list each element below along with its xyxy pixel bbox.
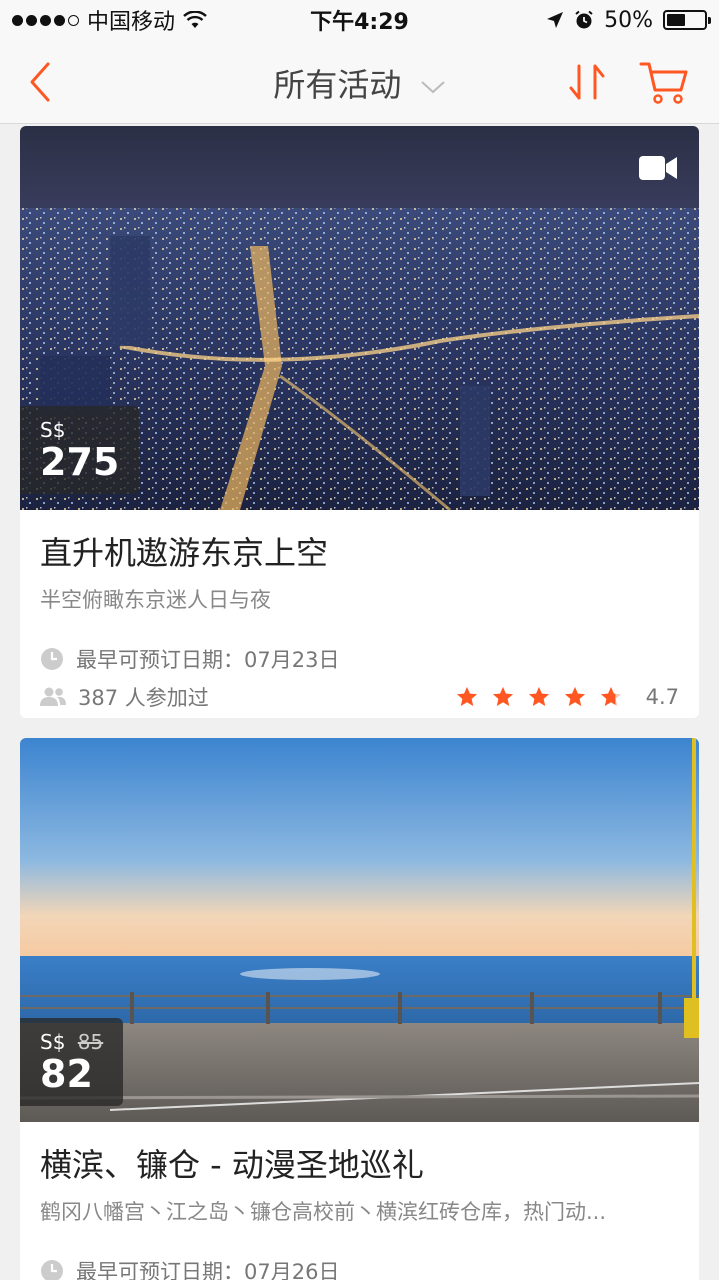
wifi-icon [183,11,207,28]
participants-count: 387 人参加过 [78,686,209,710]
activity-card[interactable]: S$ 275 直升机遨游东京上空 半空俯瞰东京迷人日与夜 最早可预订日期：07月… [20,126,699,718]
price-currency-row: S$ 85 [40,1030,103,1054]
users-icon [40,687,66,706]
rating-stars [456,686,634,708]
booking-date-label: 最早可预订日期：07月26日 [76,1260,340,1280]
status-bar: 中国移动 下午4:29 50% [0,0,719,40]
star-icon [564,687,585,706]
original-price: 85 [77,1030,104,1055]
star-icon [528,687,549,706]
battery-percent: 50% [604,7,653,33]
star-icon [456,687,477,706]
signal-icon [12,14,79,26]
rating: 4.7 [456,685,679,709]
page-title: 所有活动 [273,66,402,104]
activity-subtitle: 鹤冈八幡宫丶江之岛丶镰仓高校前丶横滨红砖仓库，热门动... [40,1200,607,1224]
star-icon [492,687,513,706]
card-body: 横滨、镰仓 - 动漫圣地巡礼 鹤冈八幡宫丶江之岛丶镰仓高校前丶横滨红砖仓库，热门… [20,1122,699,1280]
booking-date-row: 最早可预订日期：07月23日 [40,640,679,678]
nav-bar: 所有活动 [0,40,719,124]
card-body: 直升机遨游东京上空 半空俯瞰东京迷人日与夜 最早可预订日期：07月23日 387… [20,510,699,718]
activity-subtitle: 半空俯瞰东京迷人日与夜 [40,588,271,612]
price-value: 82 [40,1052,93,1097]
alarm-icon [575,10,593,29]
booking-date-row: 最早可预订日期：07月26日 [40,1252,679,1280]
activity-filter-dropdown[interactable]: 所有活动 [0,60,719,106]
price-tag: S$ 275 [20,406,140,494]
battery-icon [663,10,711,30]
carrier-label: 中国移动 [87,10,176,35]
location-arrow-icon [547,12,564,28]
star-icon [600,687,621,706]
rating-value: 4.7 [645,685,679,709]
activity-title: 直升机遨游东京上空 [40,534,329,572]
price-value: 275 [40,440,120,485]
price-tag: S$ 85 82 [20,1018,124,1106]
price-currency: S$ [40,418,66,443]
status-left: 中国移动 [12,4,546,36]
booking-date-label: 最早可预订日期：07月23日 [76,648,340,672]
cart-icon[interactable] [638,58,690,106]
activity-card[interactable]: S$ 85 82 横滨、镰仓 - 动漫圣地巡礼 鹤冈八幡宫丶江之岛丶镰仓高校前丶… [20,738,699,1280]
activity-title: 横滨、镰仓 - 动漫圣地巡礼 [40,1146,424,1184]
activity-image-seaside: S$ 85 82 [20,738,699,1122]
video-camera-icon [639,156,677,180]
clock-icon [41,1260,63,1280]
clock-icon [41,648,63,670]
sort-icon[interactable] [566,58,610,106]
price-currency: S$ [40,1030,66,1055]
activity-image-tokyo-night: S$ 275 [20,126,699,510]
status-right: 50% [546,7,711,33]
chevron-down-icon [420,81,445,94]
participants-row: 387 人参加过 4.7 [40,678,679,716]
